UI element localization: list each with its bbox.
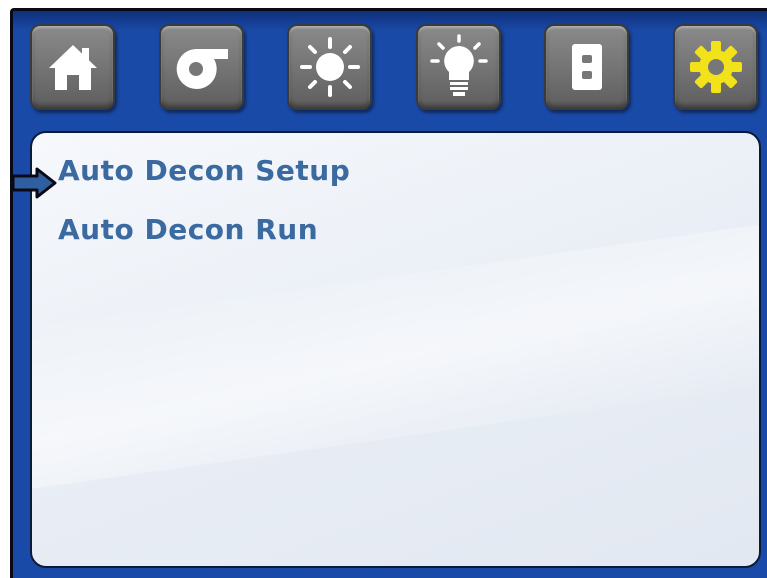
fan-button[interactable] — [159, 24, 244, 110]
light-button[interactable] — [416, 24, 501, 110]
menu-item-auto-decon-setup[interactable]: Auto Decon Setup — [58, 154, 350, 187]
uv-lamp-button[interactable] — [287, 24, 372, 110]
light-bulb-icon — [429, 34, 488, 96]
device-screen: Auto Decon Setup Auto Decon Run — [10, 8, 767, 578]
selection-arrow-icon — [13, 167, 57, 199]
blower-fan-icon — [176, 49, 228, 89]
menu-panel — [30, 131, 761, 568]
outlet-icon — [571, 44, 602, 90]
gear-icon — [689, 41, 742, 93]
menu-item-auto-decon-run[interactable]: Auto Decon Run — [58, 213, 318, 246]
top-toolbar — [13, 11, 767, 129]
sun-icon — [299, 37, 360, 97]
settings-button[interactable] — [673, 24, 758, 110]
home-icon — [48, 45, 97, 90]
outlet-button[interactable] — [544, 24, 629, 110]
home-button[interactable] — [30, 24, 115, 110]
